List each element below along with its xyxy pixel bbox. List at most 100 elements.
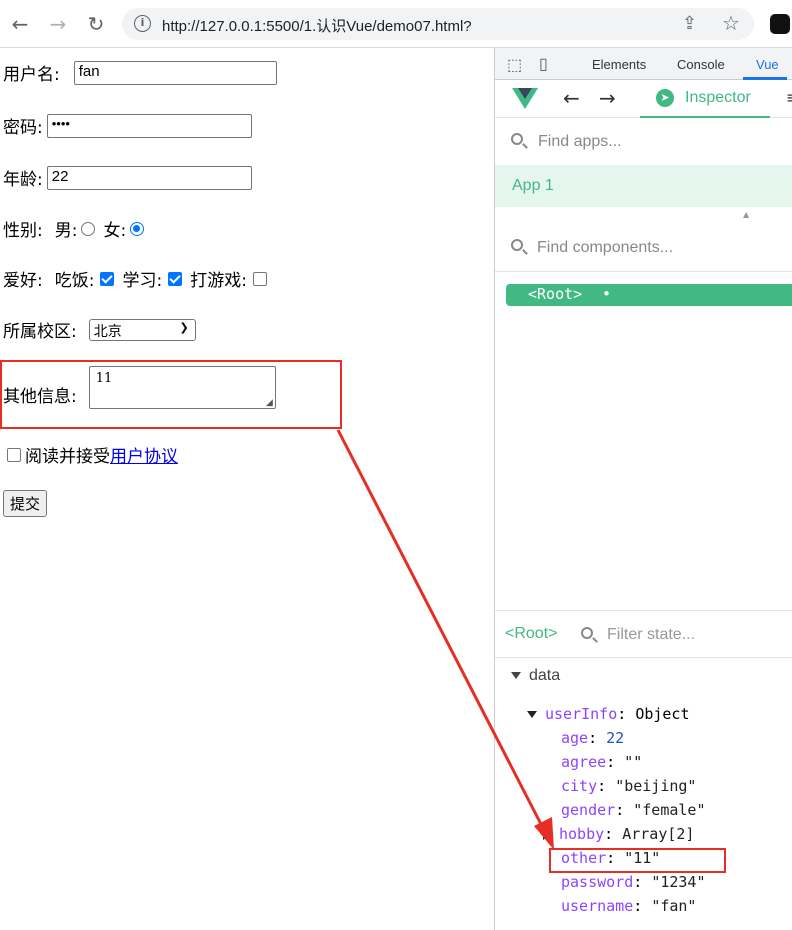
gender-male-radio[interactable]	[81, 221, 96, 236]
field-key: username	[561, 897, 634, 915]
devtools-tabbar: ⬚ ▯ Elements Console Vue	[495, 48, 792, 80]
find-apps-input[interactable]: Find apps...	[538, 133, 622, 151]
gender-label: 性别:	[3, 221, 43, 241]
search-icon	[581, 627, 593, 639]
find-components-input[interactable]: Find components...	[537, 239, 673, 257]
field-row-username[interactable]: username: "fan"	[561, 897, 696, 915]
field-key: city	[561, 777, 598, 795]
hobby-eat-checkbox[interactable]	[100, 271, 115, 286]
menu-icon[interactable]: ≡	[786, 88, 792, 107]
campus-select-value: 北京	[93, 323, 122, 340]
annotation-box-textarea	[0, 360, 342, 429]
age-label: 年龄:	[3, 170, 43, 190]
field-key: age	[561, 729, 589, 747]
field-key: agree	[561, 753, 607, 771]
campus-row: 所属校区: 北京 ❯	[3, 317, 196, 342]
age-input[interactable]: 22	[46, 165, 252, 190]
agree-row: 阅读并接受 用户协议	[3, 442, 178, 467]
hobby-label: 爱好:	[3, 271, 43, 291]
data-section-label: data	[529, 667, 561, 684]
state-root-label: <Root>	[505, 625, 558, 642]
search-icon	[511, 239, 523, 251]
field-row-hobby[interactable]: hobby: Array[2]	[543, 825, 694, 843]
extension-icon[interactable]	[770, 14, 790, 34]
root-component-node[interactable]: <Root> •	[506, 284, 792, 306]
agree-checkbox[interactable]	[7, 447, 21, 462]
field-key: password	[561, 873, 634, 891]
expand-triangle-icon	[527, 711, 537, 718]
username-input[interactable]: fan	[73, 60, 277, 85]
password-input[interactable]: ••••	[46, 113, 252, 138]
tab-elements[interactable]: Elements	[592, 57, 646, 72]
hobby-study-label: 学习:	[122, 271, 163, 291]
password-row: 密码: ••••	[3, 113, 252, 138]
inspector-label: Inspector	[685, 89, 751, 106]
site-info-icon[interactable]: i	[134, 15, 151, 32]
url-text: http://127.0.0.1:5500/1.认识Vue/demo07.htm…	[162, 18, 472, 35]
gender-row: 性别: 男: 女:	[3, 216, 152, 241]
field-row-city[interactable]: city: "beijing"	[561, 777, 696, 795]
userinfo-type: Object	[635, 705, 690, 723]
submit-button[interactable]: 提交	[3, 490, 48, 517]
gender-female-label: 女:	[103, 221, 127, 241]
submit-row: 提交	[3, 490, 48, 517]
tab-console[interactable]: Console	[677, 57, 725, 72]
vue-logo-icon	[512, 88, 538, 109]
collapse-caret-icon[interactable]: ▲	[743, 210, 749, 219]
hobby-game-checkbox[interactable]	[252, 271, 267, 286]
field-value: "fan"	[651, 897, 697, 915]
address-bar[interactable]: i http://127.0.0.1:5500/1.认识Vue/demo07.h…	[122, 8, 754, 40]
field-value: Array[2]	[622, 825, 695, 843]
state-header: <Root> Filter state...	[495, 610, 792, 658]
age-row: 年龄: 22	[3, 165, 252, 190]
field-value: "beijing"	[615, 777, 697, 795]
username-row: 用户名: fan	[3, 60, 277, 85]
tab-inspector[interactable]: ➤ Inspector	[640, 80, 770, 118]
page-content: 用户名: fan 密码: •••• 年龄: 22 性别: 男: 女: 爱好: 吃…	[0, 48, 494, 930]
campus-label: 所属校区:	[3, 322, 77, 342]
field-row-gender[interactable]: gender: "female"	[561, 801, 706, 819]
campus-select[interactable]: 北京 ❯	[88, 318, 196, 341]
devtools-panel: ⬚ ▯ Elements Console Vue ← → ➤ Inspector…	[494, 48, 792, 930]
forward-arrow-icon[interactable]: →	[46, 12, 70, 36]
hobby-row: 爱好: 吃饭: 学习: 打游戏:	[3, 266, 275, 291]
field-row-password[interactable]: password: "1234"	[561, 873, 706, 891]
compass-icon: ➤	[656, 89, 674, 107]
field-value: ""	[624, 753, 643, 771]
chevron-down-icon: ❯	[179, 320, 189, 334]
field-key: gender	[561, 801, 616, 819]
gender-male-label: 男:	[54, 221, 78, 241]
field-value: "female"	[633, 801, 706, 819]
bookmark-star-icon[interactable]: ☆	[722, 11, 740, 35]
find-components-search[interactable]: Find components...	[495, 224, 792, 272]
field-value: 22	[606, 729, 625, 747]
app-name: App 1	[512, 177, 554, 194]
data-section-header[interactable]: data	[511, 667, 560, 685]
field-key: hobby	[559, 825, 605, 843]
gender-female-radio[interactable]	[130, 221, 145, 236]
back-arrow-icon[interactable]: ←	[8, 12, 32, 36]
device-toggle-icon[interactable]: ▯	[539, 54, 548, 74]
forward-arrow-icon[interactable]: →	[599, 86, 616, 110]
inspect-element-icon[interactable]: ⬚	[507, 55, 522, 75]
reload-icon[interactable]: ↻	[84, 12, 108, 36]
root-component-label: <Root>	[528, 285, 583, 303]
field-row-agree[interactable]: agree: ""	[561, 753, 642, 771]
tab-vue[interactable]: Vue	[756, 57, 779, 72]
search-icon	[511, 133, 523, 145]
share-icon[interactable]: ⇪	[682, 13, 697, 34]
back-arrow-icon[interactable]: ←	[563, 86, 580, 110]
filter-state-input[interactable]: Filter state...	[607, 626, 695, 644]
userinfo-row[interactable]: userInfo: Object	[527, 705, 690, 723]
expand-triangle-icon	[511, 672, 521, 680]
username-label: 用户名:	[3, 65, 60, 85]
app-list-item[interactable]: App 1	[495, 165, 792, 207]
password-label: 密码:	[3, 118, 43, 138]
user-agreement-link[interactable]: 用户协议	[110, 442, 178, 467]
hobby-eat-label: 吃饭:	[54, 271, 95, 291]
root-dot-icon: •	[602, 285, 612, 303]
hobby-study-checkbox[interactable]	[168, 271, 183, 286]
field-row-age[interactable]: age: 22	[561, 729, 624, 747]
collapsed-triangle-icon	[543, 829, 550, 840]
find-apps-search[interactable]: Find apps...	[495, 118, 792, 166]
